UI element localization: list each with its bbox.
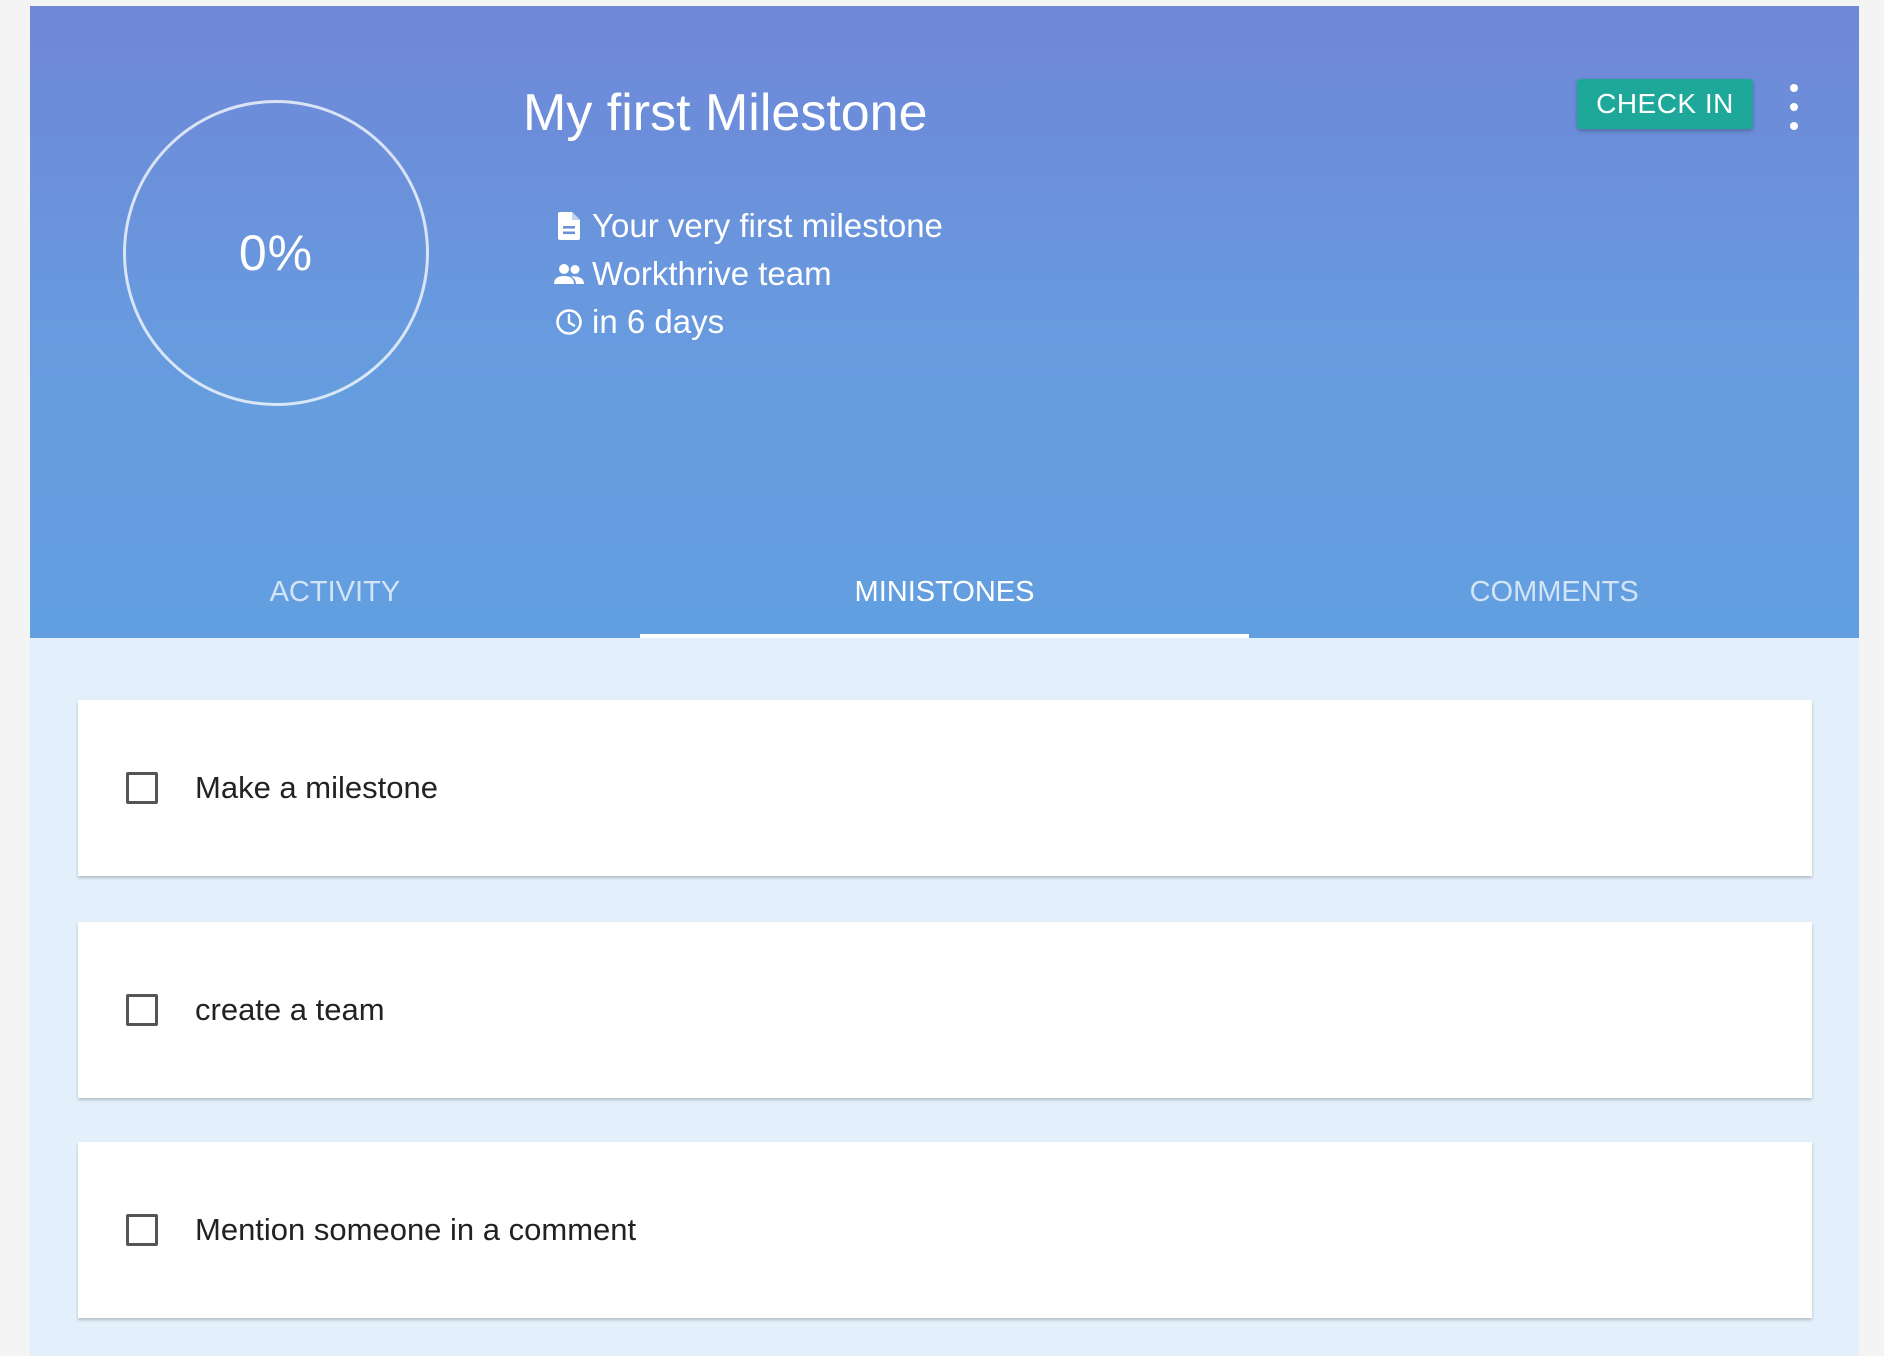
team-text: Workthrive team — [592, 255, 832, 292]
description-text: Your very first milestone — [592, 207, 943, 244]
tab-comments[interactable]: COMMENTS — [1249, 546, 1859, 638]
due-text: in 6 days — [592, 303, 725, 340]
tab-activity[interactable]: ACTIVITY — [30, 546, 640, 638]
ministone-checkbox[interactable] — [126, 1214, 158, 1246]
people-icon — [554, 259, 584, 289]
progress-ring: 0% — [123, 100, 429, 406]
milestone-title: My first Milestone — [523, 84, 928, 142]
milestone-panel: 0% My first Milestone Your very first mi… — [30, 6, 1859, 1356]
more-dot — [1790, 84, 1798, 92]
ministone-card: Mention someone in a comment — [78, 1142, 1812, 1318]
milestone-header: 0% My first Milestone Your very first mi… — [30, 6, 1859, 638]
milestone-team: Workthrive team — [554, 250, 943, 298]
more-dot — [1790, 103, 1798, 111]
more-vertical-icon[interactable] — [1782, 84, 1806, 130]
ministone-checkbox[interactable] — [126, 772, 158, 804]
ministone-label: create a team — [195, 992, 385, 1027]
ministone-list: Make a milestone create a team Mention s… — [78, 700, 1812, 1356]
progress-percent: 0% — [238, 225, 314, 281]
milestone-description: Your very first milestone — [554, 202, 943, 250]
milestone-due: in 6 days — [554, 298, 943, 346]
ministone-card: Make a milestone — [78, 700, 1812, 876]
milestone-meta: Your very first milestone Workthrive tea… — [554, 202, 943, 346]
document-icon — [554, 211, 584, 241]
more-dot — [1790, 122, 1798, 130]
check-in-button[interactable]: CHECK IN — [1577, 79, 1753, 129]
ministone-checkbox[interactable] — [126, 994, 158, 1026]
tab-ministones[interactable]: MINISTONES — [639, 546, 1250, 638]
ministone-label: Make a milestone — [195, 770, 438, 805]
ministone-label: Mention someone in a comment — [195, 1212, 637, 1247]
tab-bar: ACTIVITY MINISTONES COMMENTS — [30, 546, 1859, 638]
ministone-card: create a team — [78, 922, 1812, 1098]
clock-icon — [554, 307, 584, 337]
